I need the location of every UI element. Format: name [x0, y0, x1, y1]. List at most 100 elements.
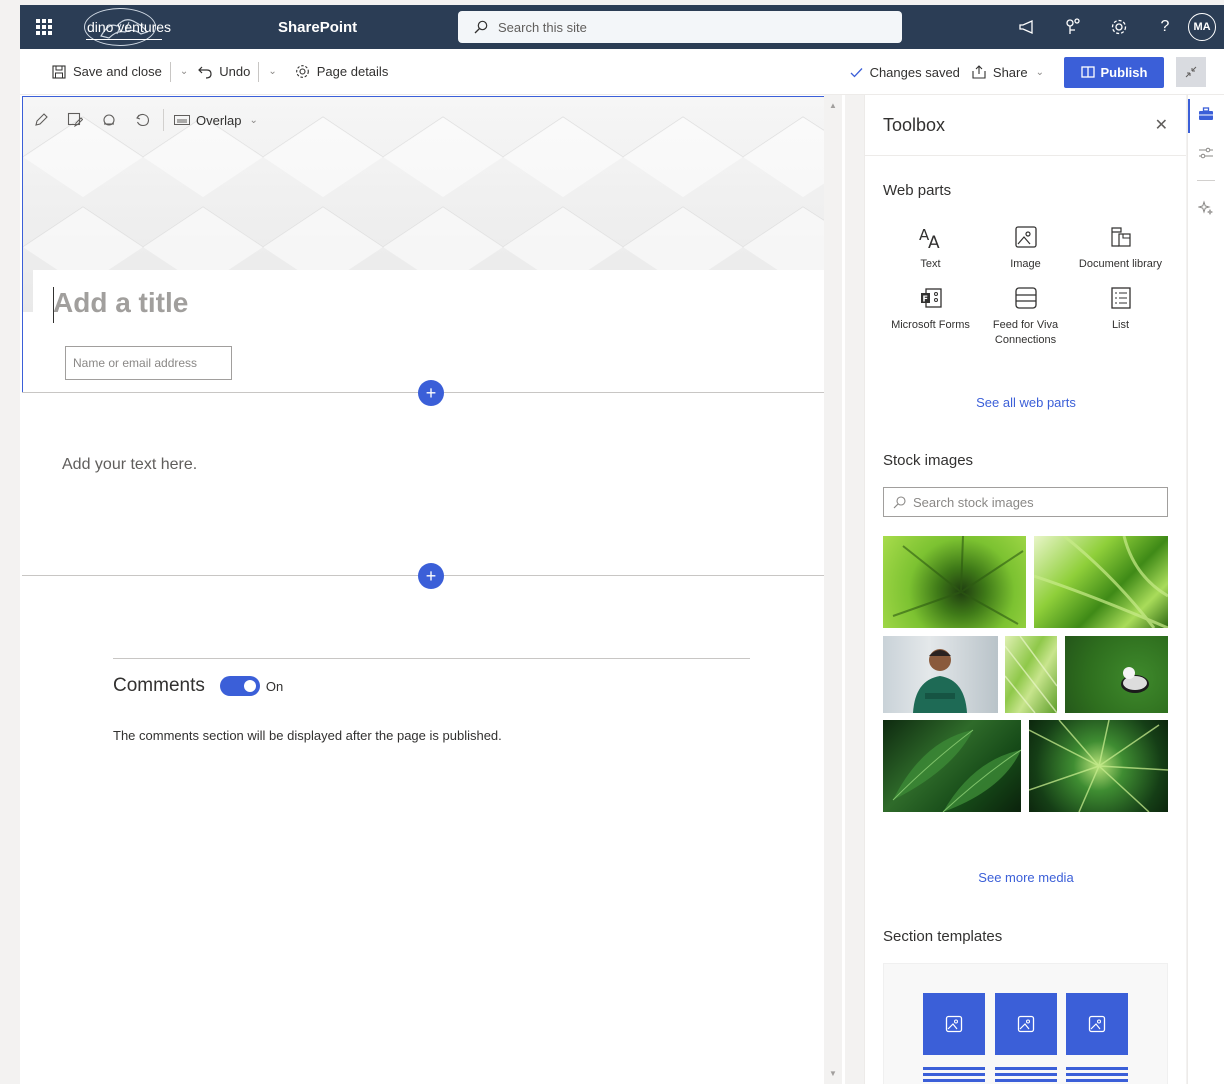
web-part-label: Document library	[1078, 258, 1163, 270]
page-title-input[interactable]: Add a title	[53, 287, 188, 319]
comments-header: Comments On	[113, 675, 283, 697]
change-image-icon[interactable]	[67, 112, 83, 128]
web-part-list[interactable]: List	[1073, 284, 1168, 348]
properties-sliders-icon[interactable]	[1197, 144, 1215, 162]
app-launcher-icon[interactable]	[20, 5, 68, 49]
stock-image-palm[interactable]	[1028, 719, 1169, 813]
collapse-arrows-icon	[1185, 66, 1197, 78]
undo-label: Undo	[219, 64, 251, 79]
scroll-up-arrow-icon[interactable]: ▲	[829, 101, 837, 110]
undo-button[interactable]: Undo	[192, 49, 256, 95]
title-region-toolbar: Overlap ⌄	[33, 107, 258, 133]
image-icon	[1012, 223, 1040, 251]
right-rail	[1187, 95, 1224, 1084]
toolbox-title: Toolbox	[883, 114, 946, 135]
save-options-dropdown[interactable]: ⌄	[173, 49, 192, 95]
text-icon: AA	[917, 223, 945, 251]
rail-separator	[1197, 180, 1215, 181]
stock-image-leaf-closeup[interactable]	[1004, 635, 1058, 714]
forms-icon: F	[917, 284, 945, 312]
web-part-microsoft-forms[interactable]: F Microsoft Forms	[883, 284, 978, 348]
text-webpart-placeholder[interactable]: Add your text here.	[62, 456, 197, 474]
stock-image-golf-ball[interactable]	[1065, 636, 1168, 713]
focal-point-icon[interactable]	[101, 112, 117, 128]
title-region[interactable]: Overlap ⌄ Add a title Name or email addr…	[22, 96, 841, 393]
author-input[interactable]: Name or email address	[65, 346, 232, 380]
stock-image-man-portrait[interactable]	[883, 636, 998, 713]
separator	[163, 109, 164, 131]
layout-dropdown[interactable]: Overlap ⌄	[174, 113, 258, 128]
stock-image-monstera[interactable]	[883, 720, 1022, 813]
toolbox-briefcase-icon[interactable]	[1197, 105, 1215, 123]
design-sparkle-icon[interactable]	[1197, 199, 1215, 217]
app-frame: dino ventures SharePoint Search this sit…	[0, 0, 1224, 1084]
app-name[interactable]: SharePoint	[278, 19, 357, 36]
list-icon	[1107, 284, 1135, 312]
comments-title: Comments	[113, 675, 205, 696]
image-icon	[1017, 1015, 1035, 1033]
section-templates-heading: Section templates	[883, 928, 1003, 945]
undo-icon	[198, 66, 212, 79]
web-parts-heading: Web parts	[883, 182, 952, 199]
undo-options-dropdown[interactable]: ⌄	[261, 49, 280, 95]
page-details-button[interactable]: Page details	[289, 49, 395, 95]
web-part-image[interactable]: Image	[978, 223, 1073, 272]
web-part-document-library[interactable]: Document library	[1073, 223, 1168, 272]
add-section-button[interactable]: +	[418, 563, 444, 589]
separator	[258, 61, 260, 82]
chevron-down-icon: ⌄	[249, 114, 258, 126]
search-placeholder: Search this site	[498, 19, 587, 35]
save-and-close-button[interactable]: Save and close	[46, 49, 168, 95]
stock-image-succulent[interactable]	[883, 535, 1026, 628]
command-bar-right: Changes saved Share ⌄ Publish	[844, 49, 1206, 95]
template-text-lines	[1066, 1067, 1128, 1084]
stock-search-placeholder: Search stock images	[913, 494, 1034, 510]
site-logo[interactable]: dino ventures	[84, 5, 171, 49]
share-network-icon[interactable]	[1050, 5, 1096, 49]
user-avatar[interactable]: MA	[1188, 13, 1216, 41]
help-icon[interactable]: ?	[1142, 5, 1188, 49]
save-icon	[52, 64, 66, 79]
edit-pencil-icon[interactable]	[33, 112, 49, 128]
reset-icon[interactable]	[135, 112, 151, 128]
stock-images-heading: Stock images	[883, 452, 974, 469]
collapse-button[interactable]	[1176, 57, 1206, 87]
web-part-feed-viva[interactable]: Feed for Viva Connections	[978, 284, 1073, 348]
template-image-tile	[1066, 993, 1128, 1055]
settings-gear-icon[interactable]	[1096, 5, 1142, 49]
template-image-tile	[995, 993, 1057, 1055]
web-part-label: Microsoft Forms	[891, 319, 970, 331]
comments-toggle[interactable]	[219, 676, 260, 696]
comments-toggle-label: On	[265, 678, 284, 694]
add-section-button[interactable]: +	[418, 380, 444, 406]
canvas-scrollbar[interactable]: ▲ ▼	[824, 95, 842, 1084]
stock-images-search-input[interactable]: Search stock images	[883, 487, 1168, 517]
publish-label: Publish	[1100, 64, 1148, 80]
search-icon	[893, 495, 906, 508]
image-icon	[1088, 1015, 1106, 1033]
close-icon[interactable]: ✕	[1155, 115, 1168, 135]
web-parts-grid: AA Text Image Document library F Microso…	[883, 223, 1168, 348]
scroll-down-arrow-icon[interactable]: ▼	[829, 1069, 837, 1078]
document-library-icon	[1107, 223, 1135, 251]
site-search-box[interactable]: Search this site	[458, 11, 902, 43]
section-template-card[interactable]	[883, 963, 1168, 1084]
web-part-text[interactable]: AA Text	[883, 223, 978, 272]
command-bar: Save and close ⌄ Undo ⌄ Page details Cha…	[20, 49, 1224, 95]
checkmark-icon	[850, 67, 863, 77]
web-part-label: List	[1111, 319, 1130, 331]
save-status-text: Changes saved	[869, 64, 960, 80]
template-image-tile	[923, 993, 985, 1055]
see-all-web-parts-link[interactable]: See all web parts	[865, 395, 1186, 410]
share-button[interactable]: Share ⌄	[966, 49, 1050, 95]
publish-button[interactable]: Publish	[1064, 56, 1164, 88]
comments-divider	[113, 658, 750, 659]
web-part-label: Feed for Viva Connections	[992, 319, 1059, 346]
stock-image-leaves[interactable]	[1033, 534, 1169, 630]
chevron-down-icon: ⌄	[1035, 66, 1044, 78]
see-more-media-link[interactable]: See more media	[865, 870, 1186, 885]
megaphone-icon[interactable]	[1004, 5, 1050, 49]
logo-underline	[86, 39, 162, 40]
suite-actions: ? MA	[1004, 5, 1224, 49]
web-part-label: Text	[920, 258, 941, 270]
